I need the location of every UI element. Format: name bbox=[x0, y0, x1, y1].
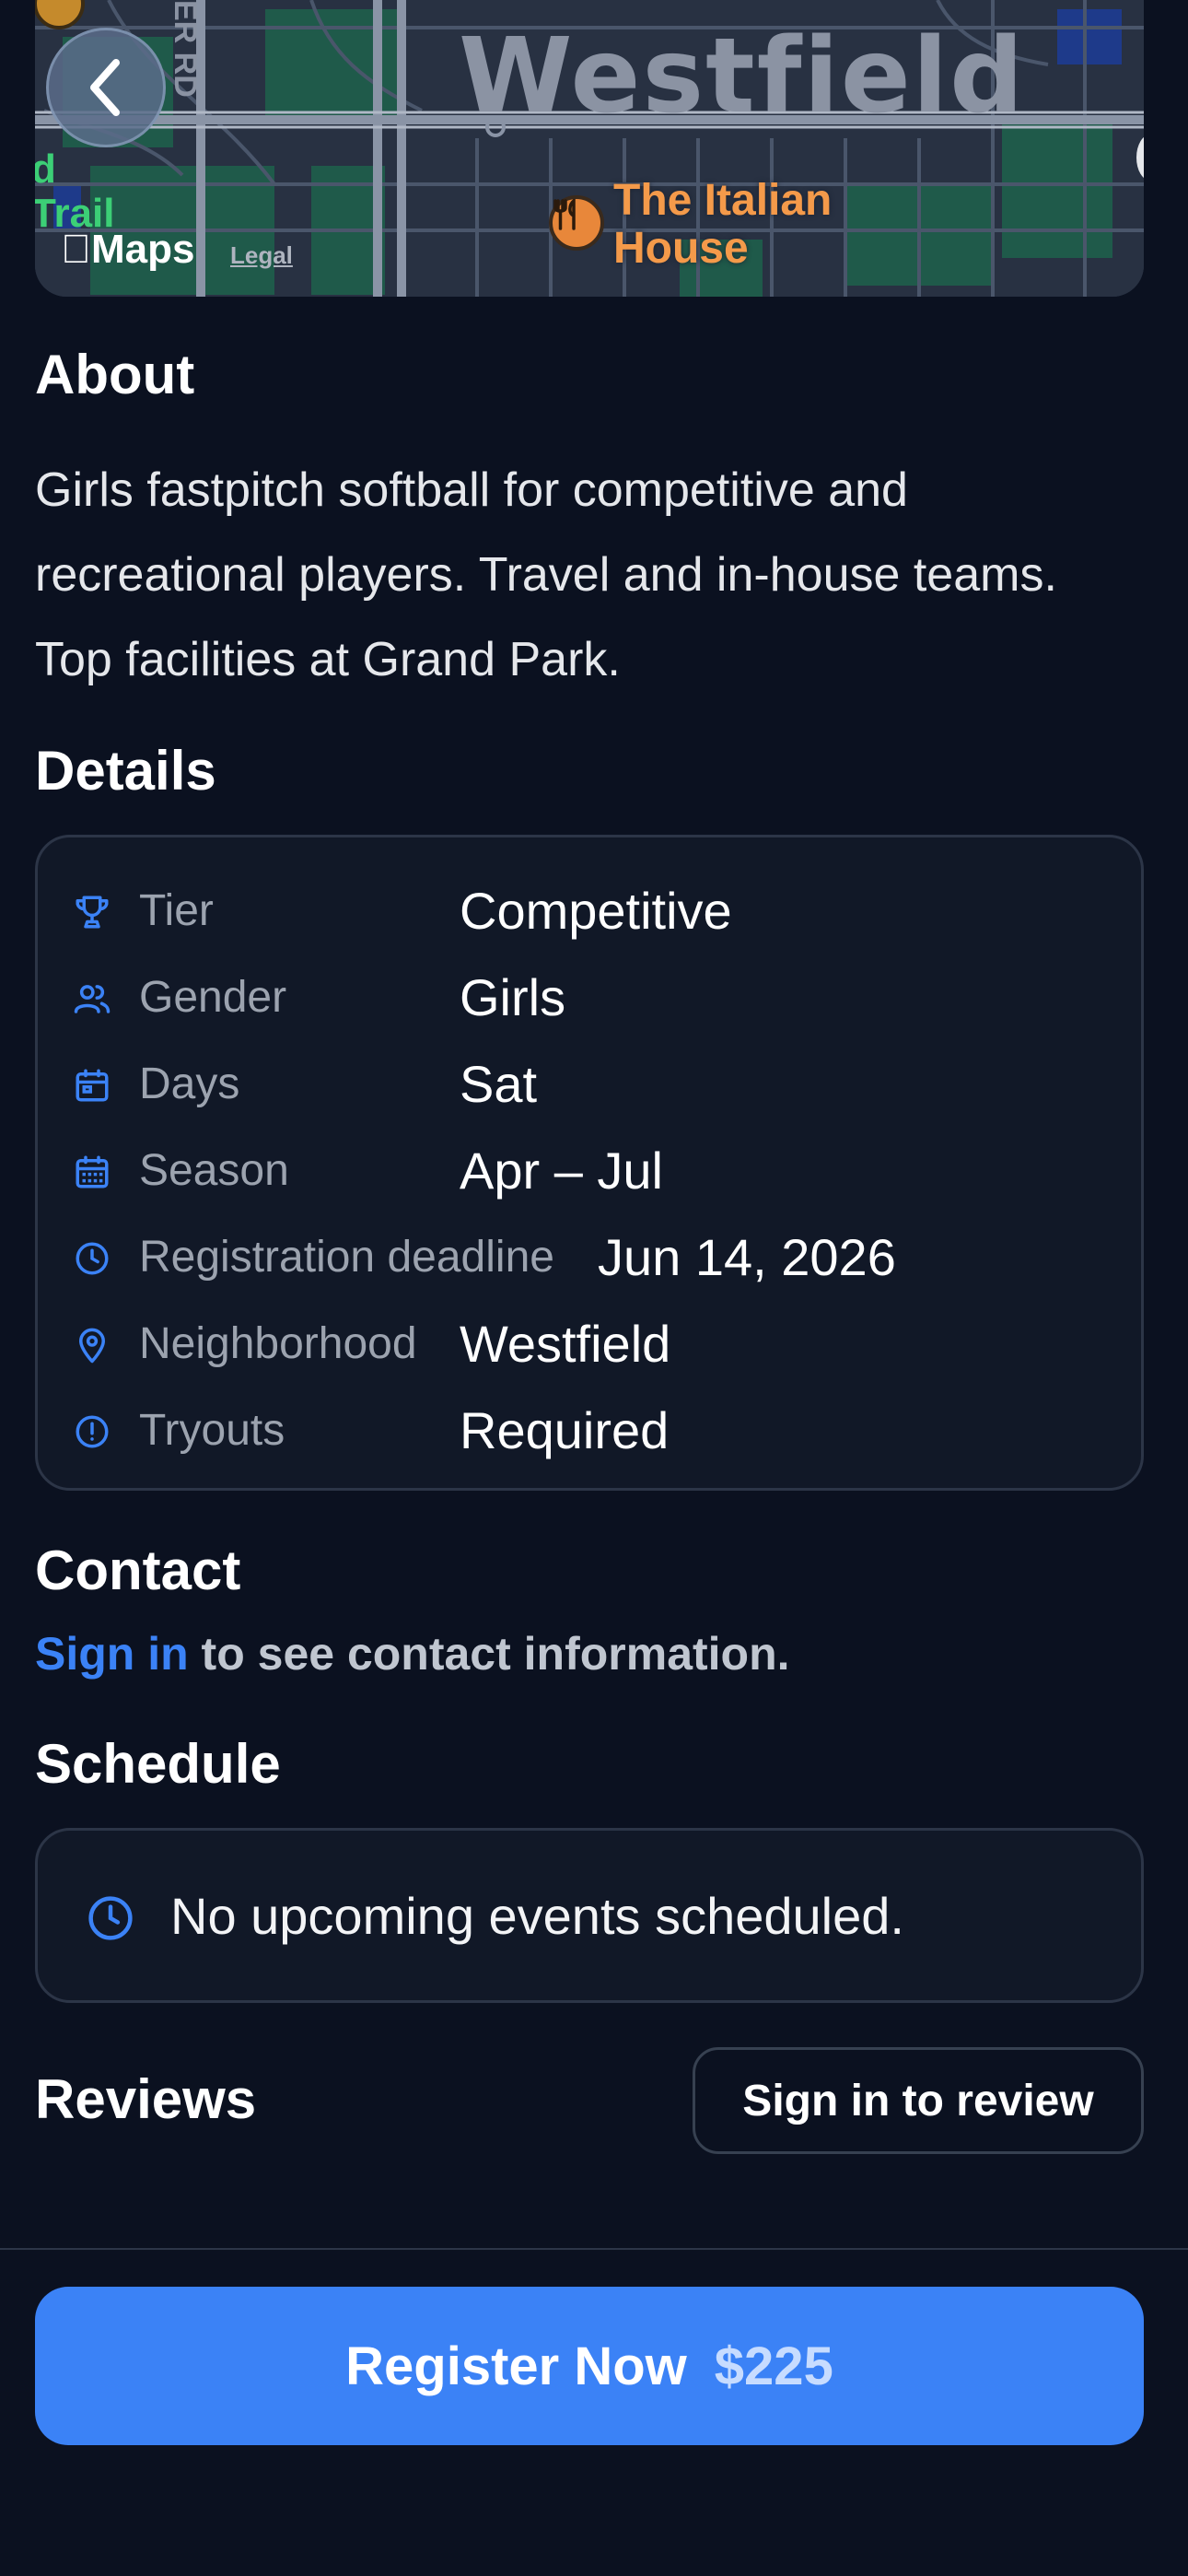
reviews-heading: Reviews bbox=[35, 2068, 257, 2130]
detail-value: Sat bbox=[460, 1055, 538, 1113]
details-card: Tier Competitive Gender Girls Days Sat S… bbox=[35, 835, 1144, 1491]
detail-value: Competitive bbox=[460, 882, 732, 940]
bottom-bar-divider bbox=[0, 2248, 1188, 2250]
register-button-price: $225 bbox=[714, 2336, 833, 2396]
detail-value: Westfield bbox=[460, 1315, 671, 1373]
detail-value: Required bbox=[460, 1401, 670, 1459]
register-now-button[interactable]: Register Now $225 bbox=[35, 2287, 1144, 2445]
map-legal-link[interactable]: Legal bbox=[230, 241, 293, 270]
register-button-label: Register Now bbox=[345, 2336, 687, 2396]
apple-logo-icon:  bbox=[61, 227, 91, 272]
sign-in-to-review-button[interactable]: Sign in to review bbox=[693, 2047, 1144, 2154]
fork-knife-icon[interactable] bbox=[549, 195, 604, 251]
chevron-left-icon bbox=[90, 59, 120, 116]
map-trail-label: d Trail bbox=[35, 146, 115, 236]
detail-row-days: Days Sat bbox=[38, 1048, 1147, 1121]
alert-circle-icon bbox=[76, 1415, 109, 1448]
detail-row-registration-deadline: Registration deadline Jun 14, 2026 bbox=[38, 1221, 1147, 1294]
map-poi-label[interactable]: The Italian House bbox=[613, 177, 832, 273]
detail-label: Neighborhood bbox=[139, 1319, 417, 1368]
apple-maps-logo: Maps bbox=[61, 227, 194, 273]
maps-provider-label: Maps bbox=[61, 227, 194, 272]
schedule-card: No upcoming events scheduled. bbox=[35, 1828, 1144, 2003]
page: ER RD Westfield d Trail The Italian Hous… bbox=[0, 0, 1188, 2576]
detail-label: Days bbox=[139, 1060, 240, 1108]
detail-label: Tier bbox=[139, 886, 214, 935]
detail-label: Season bbox=[139, 1146, 289, 1195]
about-text: Girls fastpitch softball for competitive… bbox=[35, 463, 1057, 686]
contact-heading: Contact bbox=[35, 1540, 241, 1601]
trophy-icon bbox=[76, 896, 109, 929]
detail-row-neighborhood: Neighborhood Westfield bbox=[38, 1307, 1147, 1381]
schedule-empty-text: No upcoming events scheduled. bbox=[170, 1887, 904, 1945]
contact-text-rest: to see contact information. bbox=[188, 1628, 790, 1680]
detail-label: Gender bbox=[139, 973, 287, 1022]
detail-label: Tryouts bbox=[139, 1406, 285, 1455]
detail-value: Girls bbox=[460, 968, 566, 1026]
back-button[interactable] bbox=[46, 28, 166, 147]
about-heading: About bbox=[35, 344, 195, 405]
detail-row-gender: Gender Girls bbox=[38, 961, 1147, 1035]
sign-in-link[interactable]: Sign in bbox=[35, 1628, 189, 1680]
calendar-grid-icon bbox=[76, 1155, 109, 1188]
detail-value: Apr – Jul bbox=[460, 1142, 663, 1200]
location-map[interactable]: ER RD Westfield d Trail The Italian Hous… bbox=[35, 0, 1144, 297]
details-heading: Details bbox=[35, 740, 216, 802]
detail-row-tryouts: Tryouts Required bbox=[38, 1394, 1147, 1468]
detail-label: Registration deadline bbox=[139, 1233, 554, 1282]
map-pin-icon bbox=[79, 1328, 105, 1364]
clock-icon bbox=[88, 1896, 133, 1940]
clock-icon bbox=[76, 1242, 109, 1275]
detail-value: Jun 14, 2026 bbox=[598, 1228, 896, 1286]
map-city-label: Westfield bbox=[459, 17, 1026, 136]
users-icon bbox=[74, 985, 111, 1013]
map-road-label: ER RD bbox=[168, 0, 203, 98]
detail-row-tier: Tier Competitive bbox=[38, 874, 1147, 948]
schedule-heading: Schedule bbox=[35, 1733, 281, 1795]
calendar-icon bbox=[76, 1069, 109, 1102]
detail-row-season: Season Apr – Jul bbox=[38, 1134, 1147, 1208]
contact-text: Sign in to see contact information. bbox=[35, 1627, 790, 1680]
